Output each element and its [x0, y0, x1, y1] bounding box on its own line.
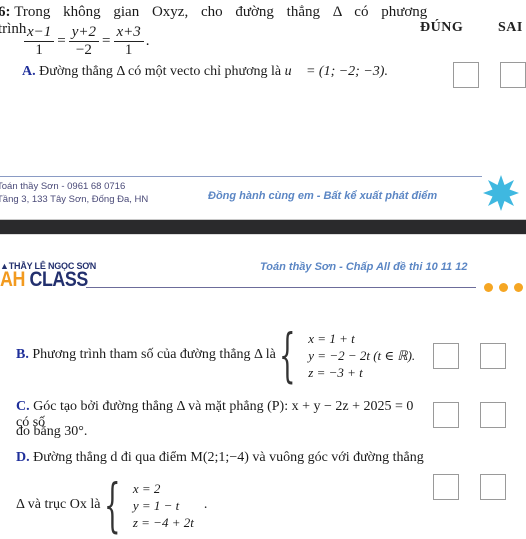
true-column-header: ĐÚNG [420, 20, 464, 35]
statement-b: B. Phương trình tham số của đường thẳng … [16, 326, 415, 384]
statement-d-continuation: Δ và trục Ox là { x = 2 y = 1 − t z = −4… [16, 471, 208, 539]
line-equation: x−1 1 = y+2 −2 = x+3 1 . [22, 24, 150, 59]
brace-icon: { [279, 321, 296, 389]
statement-d-false-checkbox[interactable] [480, 474, 506, 500]
fraction-z: x+3 1 [113, 24, 144, 59]
question-number: 6: [0, 4, 11, 20]
statement-d-system: { x = 2 y = 1 − t z = −4 + 2t [103, 471, 194, 539]
statement-d-text2: Δ và trục Ox là [16, 497, 101, 512]
statement-c-label: C. [16, 399, 30, 414]
statement-a-text: Đường thẳng Δ có một vecto chỉ phương là [39, 64, 285, 79]
false-column-header: SAI [498, 20, 523, 35]
statement-b-label: B. [16, 347, 29, 362]
fraction-y: y+2 −2 [68, 24, 100, 59]
statement-d-text: Đường thẳng d đi qua điểm M(2;1;−4) và v… [33, 450, 424, 465]
statement-a-false-checkbox[interactable] [500, 62, 526, 88]
dot-icon [499, 283, 508, 292]
footer-contact: Toán thầy Sơn - 0961 68 0716 Tầng 3, 133… [0, 180, 148, 206]
fraction-x: x−1 1 [24, 24, 55, 59]
statement-b-false-checkbox[interactable] [480, 343, 506, 369]
star-icon [483, 175, 519, 211]
statement-c-false-checkbox[interactable] [480, 402, 506, 428]
page-break-band [0, 219, 526, 235]
footer-line2: Tầng 3, 133 Tây Sơn, Đống Đa, HN [0, 194, 149, 205]
statement-d-label: D. [16, 450, 30, 465]
statement-a-math: u⃗ = (1; −2; −3). [284, 64, 388, 79]
statement-b-true-checkbox[interactable] [433, 343, 459, 369]
footer-divider [0, 176, 482, 177]
brace-icon: { [103, 471, 121, 539]
header-divider [86, 287, 476, 288]
statement-c-continuation: đo bằng 30°. [16, 424, 88, 439]
dot-icon [514, 283, 523, 292]
statement-a: A. Đường thẳng Δ có một vecto chỉ phương… [22, 64, 388, 80]
header-slogan: Toán thầy Sơn - Chấp All đề thi 10 11 12 [260, 261, 468, 273]
dot-icon [484, 283, 493, 292]
statement-a-true-checkbox[interactable] [453, 62, 479, 88]
logo-class-word: CLASS [29, 268, 88, 291]
logo-ah: AH [0, 268, 25, 291]
statement-d: D. Đường thẳng d đi qua điểm M(2;1;−4) v… [16, 450, 436, 466]
statement-a-label: A. [22, 64, 36, 79]
statement-d-true-checkbox[interactable] [433, 474, 459, 500]
statement-b-text: Phương trình tham số của đường thẳng Δ l… [32, 347, 276, 362]
statement-b-system: { x = 1 + t y = −2 − 2t (t ∈ ℝ). z = −3 … [279, 321, 416, 389]
footer-slogan: Đồng hành cùng em - Bất kể xuất phát điể… [208, 190, 438, 202]
statement-c-true-checkbox[interactable] [433, 402, 459, 428]
footer-line1: Toán thầy Sơn - 0961 68 0716 [0, 181, 126, 192]
logo-class: AH CLASS [0, 269, 88, 291]
